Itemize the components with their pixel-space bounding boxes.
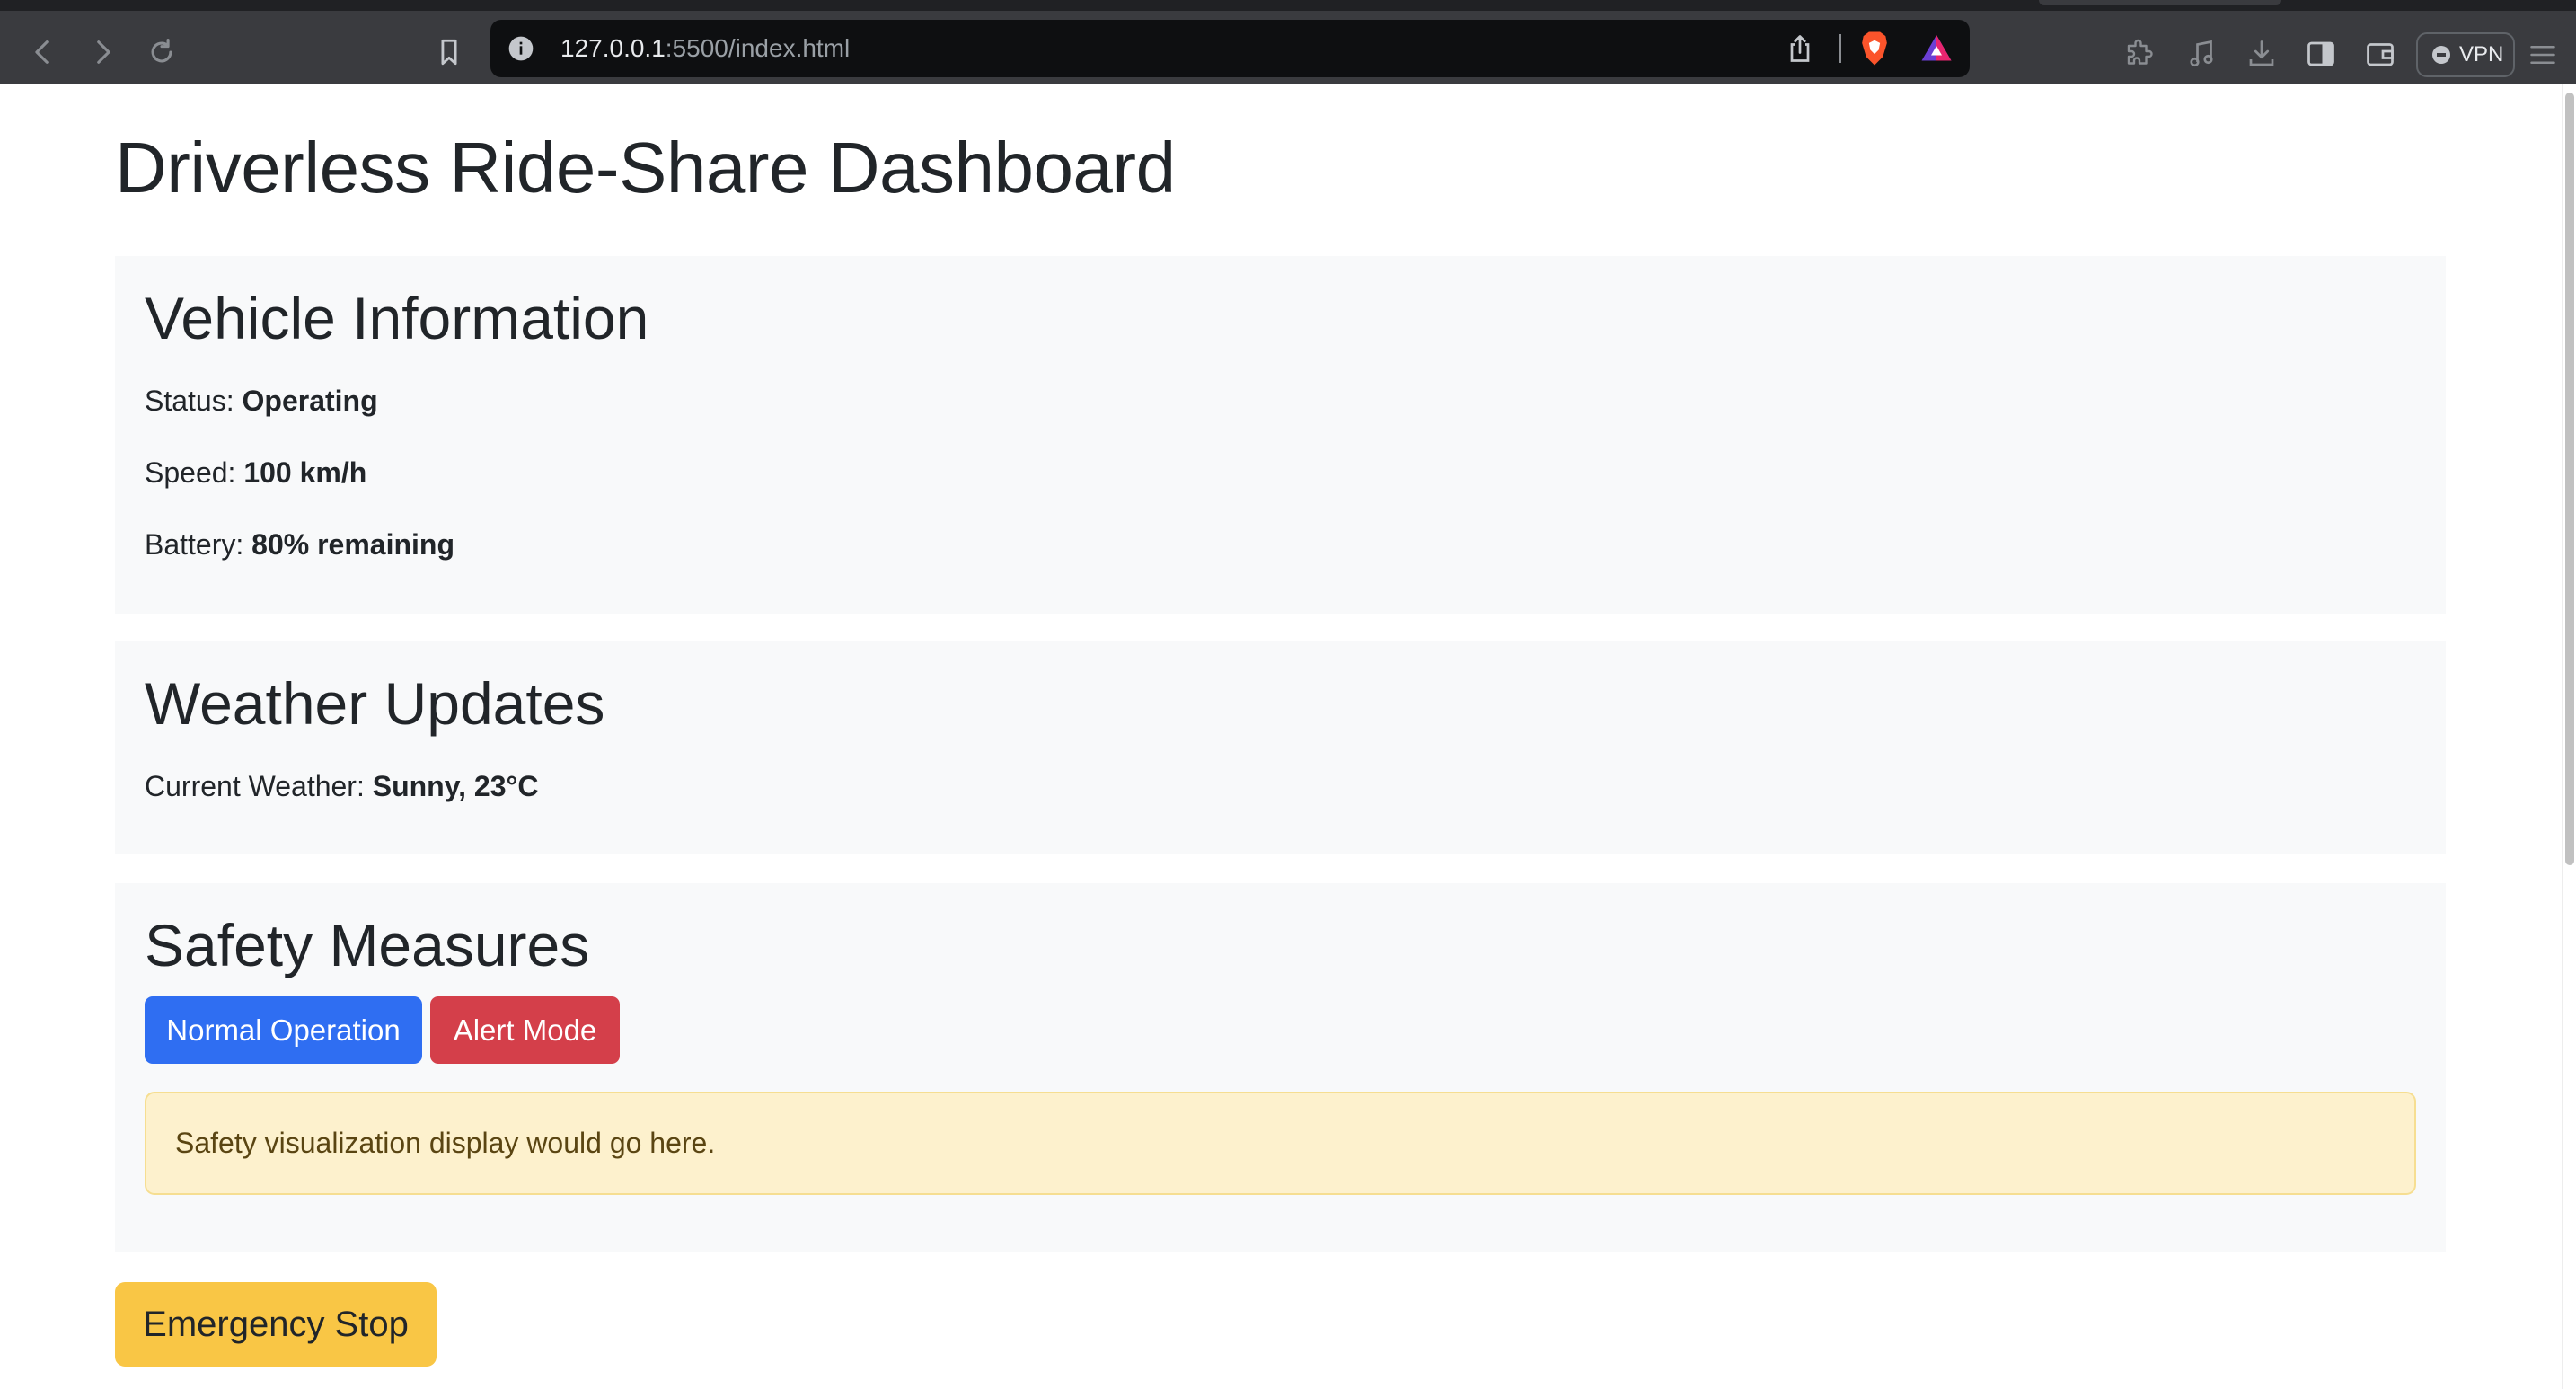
safety-heading: Safety Measures xyxy=(145,912,590,978)
address-bar[interactable]: 127.0.0.1:5500/index.html xyxy=(490,20,1970,77)
vpn-label: VPN xyxy=(2459,42,2504,66)
downloads-icon[interactable] xyxy=(2245,38,2278,70)
site-info-icon[interactable] xyxy=(507,34,535,63)
bookmark-icon xyxy=(441,39,457,66)
vehicle-info-panel: Vehicle Information Status: Operating Sp… xyxy=(115,256,2446,614)
weather-heading: Weather Updates xyxy=(145,670,605,737)
back-button[interactable] xyxy=(23,32,63,72)
safety-panel: Safety Measures Normal Operation Alert M… xyxy=(115,883,2446,1252)
hamburger-menu-icon[interactable] xyxy=(2529,43,2556,66)
url-text[interactable]: 127.0.0.1:5500/index.html xyxy=(560,32,850,65)
forward-button[interactable] xyxy=(83,32,122,72)
tab-edge xyxy=(2039,0,2281,5)
scrollbar-thumb[interactable] xyxy=(2565,93,2574,865)
vehicle-battery-line: Battery: 80% remaining xyxy=(145,526,454,562)
sidebar-toggle-icon[interactable] xyxy=(2305,38,2337,70)
share-icon[interactable] xyxy=(1784,32,1816,65)
battery-value: 80% remaining xyxy=(251,528,455,561)
reload-icon xyxy=(151,38,172,63)
safety-visualization-placeholder: Safety visualization display would go he… xyxy=(145,1092,2416,1195)
battery-label: Battery: xyxy=(145,528,252,561)
url-path: :5500/index.html xyxy=(665,34,851,62)
normal-operation-button[interactable]: Normal Operation xyxy=(145,996,422,1064)
weather-value: Sunny, 23°C xyxy=(372,770,539,802)
vehicle-status-line: Status: Operating xyxy=(145,383,378,419)
status-value: Operating xyxy=(242,385,378,417)
brave-shields-icon[interactable] xyxy=(1857,31,1892,66)
browser-toolbar: 127.0.0.1:5500/index.html VPN xyxy=(0,0,2576,84)
emergency-stop-button[interactable]: Emergency Stop xyxy=(115,1282,437,1367)
reload-button[interactable] xyxy=(142,32,181,72)
bookmark-button[interactable] xyxy=(429,32,469,72)
url-host: 127.0.0.1 xyxy=(560,34,666,62)
back-arrow-icon xyxy=(35,40,49,64)
alert-mode-button[interactable]: Alert Mode xyxy=(430,996,620,1064)
forward-arrow-icon xyxy=(97,40,110,64)
vpn-button[interactable]: VPN xyxy=(2416,32,2515,77)
speed-value: 100 km/h xyxy=(243,456,367,489)
weather-panel: Weather Updates Current Weather: Sunny, … xyxy=(115,641,2446,854)
wallet-icon[interactable] xyxy=(2364,38,2396,70)
url-separator xyxy=(1839,34,1841,63)
speed-label: Speed: xyxy=(145,456,244,489)
page-title: Driverless Ride-Share Dashboard xyxy=(115,128,1176,208)
page-viewport: Driverless Ride-Share Dashboard Vehicle … xyxy=(0,84,2576,1389)
vehicle-speed-line: Speed: 100 km/h xyxy=(145,455,366,491)
extensions-icon[interactable] xyxy=(2123,38,2156,70)
vpn-status-icon xyxy=(2432,46,2450,64)
brave-rewards-icon[interactable] xyxy=(1920,32,1953,65)
status-label: Status: xyxy=(145,385,243,417)
media-music-icon[interactable] xyxy=(2185,38,2218,70)
vehicle-info-heading: Vehicle Information xyxy=(145,285,649,351)
current-weather-line: Current Weather: Sunny, 23°C xyxy=(145,768,538,804)
weather-label: Current Weather: xyxy=(145,770,373,802)
